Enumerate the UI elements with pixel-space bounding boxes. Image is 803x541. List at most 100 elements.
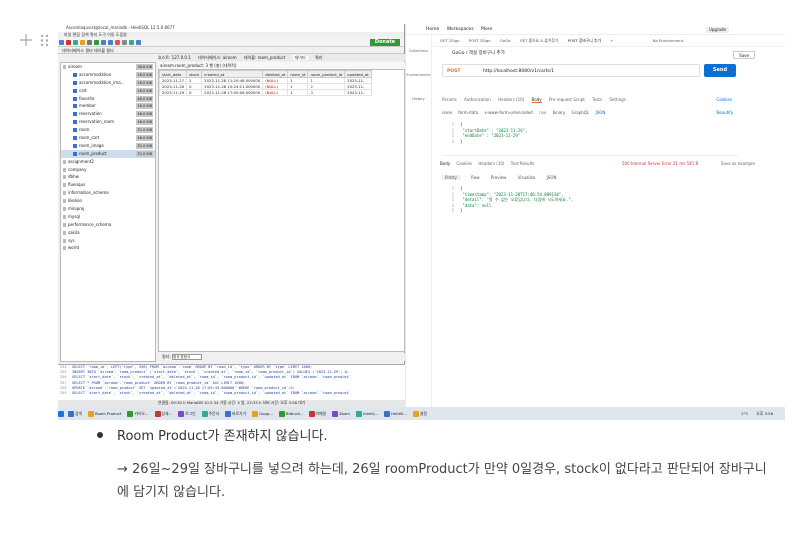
- resp-tab-cookies[interactable]: Cookies: [456, 161, 472, 166]
- resp-tab-headers[interactable]: Headers (10): [478, 161, 504, 166]
- request-tab[interactable]: GET 2Sign: [440, 38, 460, 43]
- db-filter[interactable]: 데이터베이스 필터 테이블 필터: [58, 47, 404, 54]
- table-cell[interactable]: 2023-11-28 17:05:06.000000: [201, 89, 264, 96]
- column-header[interactable]: stock: [186, 70, 203, 78]
- resp-tab-body[interactable]: Body: [440, 161, 450, 166]
- tree-database[interactable]: company: [61, 166, 155, 174]
- search-icon[interactable]: [136, 40, 141, 45]
- tree-table[interactable]: cart 16.0 KiB: [61, 87, 155, 95]
- column-header[interactable]: room_id: [287, 70, 309, 78]
- body-raw[interactable]: raw: [539, 110, 546, 115]
- environment-select[interactable]: No Environment: [653, 38, 684, 43]
- column-header[interactable]: room_product_id: [307, 70, 346, 78]
- request-tab[interactable]: POST 2Sign: [469, 38, 491, 43]
- taskbar-app[interactable]: HeidiS...: [384, 407, 410, 420]
- body-graphql[interactable]: GraphQL: [572, 110, 590, 115]
- tree-database[interactable]: miniproj: [61, 205, 155, 213]
- taskbar-app[interactable]: Bitbuck..: [278, 407, 306, 420]
- next-icon[interactable]: [108, 40, 113, 45]
- column-header[interactable]: deleted_at: [262, 70, 289, 78]
- settings-icon[interactable]: [122, 40, 127, 45]
- tree-table[interactable]: accommodation_ima... 16.0 KiB: [61, 79, 155, 87]
- tree-database[interactable]: world: [61, 244, 155, 252]
- connect-icon[interactable]: [59, 40, 64, 45]
- taskbar-app[interactable]: 주문서: [201, 407, 222, 420]
- send-button[interactable]: Send: [704, 64, 736, 77]
- url-input[interactable]: http://localhost:8080/v1/carts/1: [483, 69, 554, 74]
- tab-authorization[interactable]: Authorization: [464, 97, 491, 102]
- new-icon[interactable]: [80, 40, 85, 45]
- tab-database[interactable]: 데이터베이스: airoom: [198, 55, 237, 60]
- tree-database[interactable]: performance_schema: [61, 221, 155, 229]
- tree-database[interactable]: sakila: [61, 229, 155, 237]
- table-cell[interactable]: 2023-11-28 10:24:21.000000: [201, 83, 264, 90]
- resp-tab-tests[interactable]: Test Results: [511, 161, 535, 166]
- tab-host[interactable]: 호스트: 127.0.0.1: [158, 55, 191, 60]
- tab-query[interactable]: 쿼리: [315, 55, 322, 60]
- tree-table[interactable]: room_product 32.0 KiB: [61, 149, 155, 158]
- body-form-data[interactable]: form-data: [458, 110, 478, 115]
- refresh-icon[interactable]: [73, 40, 78, 45]
- stop-icon[interactable]: [115, 40, 120, 45]
- nav-more[interactable]: More: [481, 27, 492, 32]
- tab-tests[interactable]: Tests: [592, 97, 602, 102]
- table-cell[interactable]: (NULL): [262, 89, 289, 96]
- beautify-link[interactable]: Beautify: [716, 109, 733, 117]
- prev-icon[interactable]: [101, 40, 106, 45]
- donate-button[interactable]: Donate: [370, 39, 400, 46]
- column-header[interactable]: start_date: [158, 70, 188, 78]
- tab-headers[interactable]: Headers (10): [498, 97, 524, 102]
- tree-database[interactable]: sys: [61, 237, 155, 245]
- tree-table[interactable]: room 32.0 KiB: [61, 126, 155, 134]
- tree-database[interactable]: fluenqus: [61, 181, 155, 189]
- view-raw[interactable]: Raw: [471, 175, 479, 180]
- tree-table[interactable]: favorite 48.0 KiB: [61, 95, 155, 103]
- taskbar-app[interactable]: Zoom: [332, 407, 353, 420]
- cookies-link[interactable]: Cookies: [716, 96, 732, 104]
- column-header[interactable]: created_at: [201, 70, 264, 78]
- save-example-button[interactable]: Save as example: [721, 160, 755, 168]
- table-cell[interactable]: 2023-11-28: [158, 83, 188, 90]
- tree-database[interactable]: assignment2: [61, 158, 155, 166]
- taskbar-app[interactable]: 상세...: [154, 407, 176, 420]
- export-icon[interactable]: [129, 40, 134, 45]
- tree-table[interactable]: reservation 48.0 KiB: [61, 110, 155, 118]
- tree-database[interactable]: dbhw: [61, 173, 155, 181]
- taskbar-app[interactable]: 설정: [412, 407, 430, 420]
- method-select[interactable]: POST: [443, 65, 483, 78]
- start-icon[interactable]: [58, 407, 65, 420]
- body-urlencoded[interactable]: x-www-form-urlencoded: [484, 110, 532, 115]
- plus-icon[interactable]: [18, 31, 58, 51]
- table-cell[interactable]: 2023-11-29: [158, 89, 188, 96]
- table-cell[interactable]: 2023-11-28 11:20:46.000000: [201, 77, 264, 84]
- request-tab[interactable]: GET 좋아요 & 즐겨찾기: [520, 38, 559, 43]
- body-binary[interactable]: binary: [553, 110, 566, 115]
- body-none[interactable]: none: [442, 110, 452, 115]
- tree-table[interactable]: reservation_room 48.0 KiB: [61, 118, 155, 126]
- new-tab-button[interactable]: +: [610, 38, 613, 43]
- tree-database[interactable]: airoom 38.6 KiB: [61, 63, 155, 71]
- sidebar-item-history[interactable]: History: [406, 83, 431, 107]
- filter-input[interactable]: 정규 표현식: [172, 354, 202, 360]
- taskbar-app[interactable]: 바로가기: [225, 407, 249, 420]
- table-row[interactable]: 2023-11-29 0 2023-11-28 17:05:06.000000 (NU…: [158, 89, 372, 96]
- tab-body[interactable]: Body: [531, 97, 542, 103]
- taskbar-app[interactable]: Intellij...: [356, 407, 381, 420]
- table-cell[interactable]: 0: [186, 89, 203, 96]
- run-icon[interactable]: [94, 40, 99, 45]
- body-json-select[interactable]: JSON: [595, 110, 605, 115]
- view-pretty[interactable]: Pretty: [442, 175, 460, 180]
- tree-table[interactable]: member 16.0 KiB: [61, 102, 155, 110]
- view-preview[interactable]: Preview: [491, 175, 507, 180]
- sidebar-item-environments[interactable]: Environments: [406, 59, 431, 83]
- view-format-select[interactable]: JSON: [547, 175, 557, 180]
- view-visualize[interactable]: Visualize: [518, 175, 536, 180]
- tree-table[interactable]: accommodation 16.0 KiB: [61, 71, 155, 79]
- nav-workspaces[interactable]: Workspaces: [447, 27, 474, 32]
- taskbar-app[interactable]: Room Product: [88, 407, 124, 420]
- column-header[interactable]: updated_at: [344, 70, 372, 78]
- taskbar-app[interactable]: 이메일: [308, 407, 329, 420]
- tab-settings[interactable]: Settings: [609, 97, 625, 102]
- tree-database[interactable]: mysql: [61, 213, 155, 221]
- nav-home[interactable]: Home: [426, 27, 439, 32]
